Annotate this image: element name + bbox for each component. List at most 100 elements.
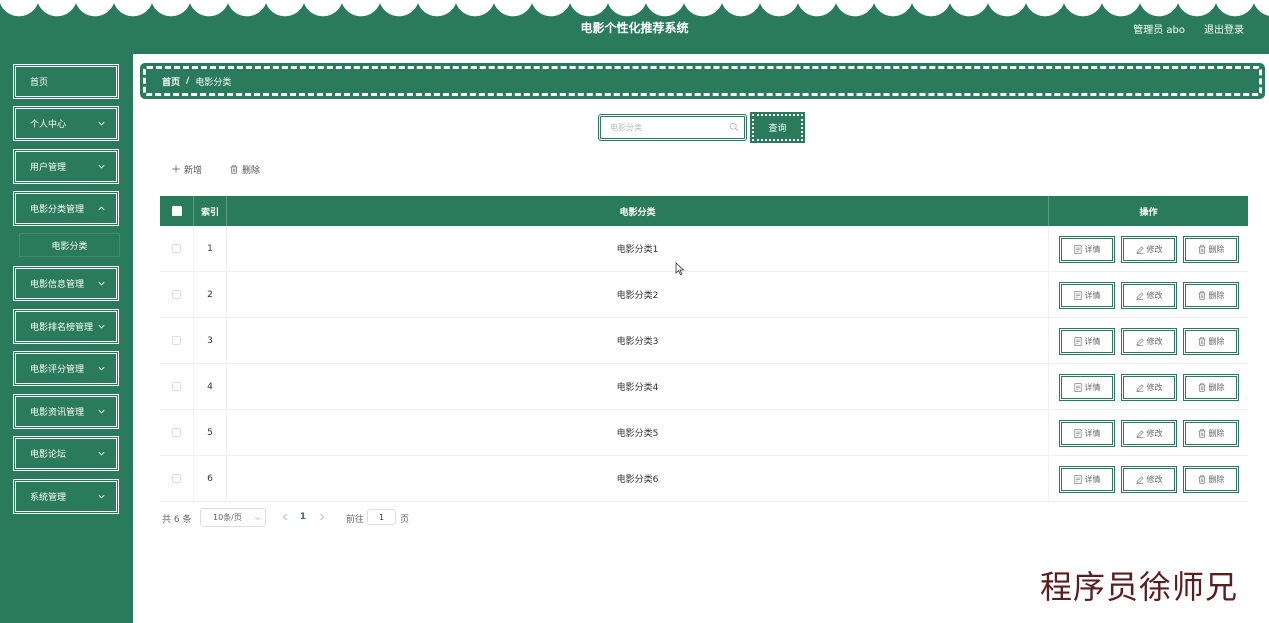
delete-button[interactable]: 删除 [1183,236,1239,263]
delete-label: 删除 [1208,475,1225,484]
row-checkbox[interactable] [172,428,181,437]
page-size-select[interactable]: 10条/页 [200,508,266,527]
sidebar-item-label: 电影评分管理 [30,365,85,375]
detail-button[interactable]: 详情 [1059,466,1115,493]
row-index: 5 [193,410,226,455]
delete-button[interactable]: 删除 [1183,420,1239,447]
edit-icon [1136,245,1144,254]
delete-button[interactable]: 删除 [1183,328,1239,355]
edit-button[interactable]: 修改 [1121,328,1177,355]
sidebar-item-ranking[interactable]: 电影排名榜管理 [13,309,119,344]
category-search-input[interactable] [610,120,725,135]
detail-button[interactable]: 详情 [1059,420,1115,447]
logout-link[interactable]: 退出登录 [1204,21,1244,36]
trash-icon [1198,429,1205,438]
chevron-down-icon [98,281,105,286]
page-suffix-label: 页 [400,514,410,525]
trash-icon [1198,475,1205,484]
detail-button[interactable]: 详情 [1059,374,1115,401]
document-icon [1073,337,1082,346]
sidebar-item-profile[interactable]: 个人中心 [13,106,119,141]
chevron-down-icon [98,164,105,169]
page-number-current[interactable]: 1 [296,509,310,525]
breadcrumb-current: 电影分类 [195,77,232,88]
pagination-total: 共 6 条 [162,514,192,525]
edit-label: 修改 [1146,337,1163,346]
document-icon [1073,291,1082,300]
table-row: 4 电影分类4 详情 修改 删除 [160,364,1248,410]
row-index: 4 [193,364,226,409]
sidebar-item-rating[interactable]: 电影评分管理 [13,351,119,386]
edit-icon [1136,291,1144,300]
add-button[interactable]: 新增 [172,162,202,176]
delete-button[interactable]: 删除 [1183,374,1239,401]
edit-button[interactable]: 修改 [1121,282,1177,309]
trash-icon [1198,383,1205,392]
row-operations: 详情 修改 删除 [1048,226,1248,271]
next-page-button[interactable] [316,509,328,525]
delete-button[interactable]: 删除 [1183,282,1239,309]
delete-label: 删除 [1208,337,1225,346]
table-row: 3 电影分类3 详情 修改 删除 [160,318,1248,364]
sidebar-item-forum[interactable]: 电影论坛 [13,436,119,471]
row-index: 3 [193,318,226,363]
page-title: 电影个性化推荐系统 [580,21,689,35]
header-index: 索引 [193,196,226,226]
prev-page-button[interactable] [279,509,291,525]
sidebar-item-home[interactable]: 首页 [13,64,119,99]
detail-button[interactable]: 详情 [1059,236,1115,263]
row-operations: 详情 修改 删除 [1048,410,1248,455]
breadcrumb-home-link[interactable]: 首页 [162,75,180,88]
sidebar-item-users[interactable]: 用户管理 [13,149,119,184]
sidebar-item-label: 电影资讯管理 [30,408,85,418]
sidebar-item-category-management[interactable]: 电影分类管理 [13,191,119,226]
chevron-right-icon [320,513,325,521]
breadcrumb: 首页 / 电影分类 [140,63,1265,99]
row-operations: 详情 修改 删除 [1048,456,1248,501]
row-checkbox[interactable] [172,336,181,345]
edit-icon [1136,429,1144,438]
detail-label: 详情 [1084,291,1101,300]
edit-label: 修改 [1146,429,1163,438]
goto-page-input[interactable] [367,509,396,525]
watermark-text: 程序员徐师兄 [1040,568,1239,606]
delete-button[interactable]: 删除 [1183,466,1239,493]
sidebar-item-system[interactable]: 系统管理 [13,479,119,514]
search-box [598,114,747,141]
sidebar-item-label: 首页 [30,78,49,88]
row-checkbox-cell [160,410,193,455]
sidebar-item-movie-info[interactable]: 电影信息管理 [13,266,119,301]
table-row: 5 电影分类5 详情 修改 删除 [160,410,1248,456]
row-category-name: 电影分类2 [226,272,1048,317]
batch-delete-button[interactable]: 删除 [230,162,260,176]
edit-label: 修改 [1146,383,1163,392]
sidebar-subitem-category[interactable]: 电影分类 [19,233,120,257]
sidebar-item-label: 电影分类管理 [30,205,85,215]
edit-button[interactable]: 修改 [1121,374,1177,401]
sidebar-item-news[interactable]: 电影资讯管理 [13,394,119,429]
top-header: 电影个性化推荐系统 管理员 abo 退出登录 [0,0,1269,54]
edit-button[interactable]: 修改 [1121,236,1177,263]
delete-label: 删除 [1208,245,1225,254]
row-category-name: 电影分类5 [226,410,1048,455]
select-all-checkbox[interactable] [171,206,182,216]
detail-button[interactable]: 详情 [1059,282,1115,309]
row-checkbox[interactable] [172,244,181,253]
table-row: 6 电影分类6 详情 修改 删除 [160,456,1248,502]
search-button[interactable]: 查询 [750,112,805,143]
edit-button[interactable]: 修改 [1121,466,1177,493]
row-checkbox-cell [160,272,193,317]
chevron-down-icon [98,324,105,329]
edit-button[interactable]: 修改 [1121,420,1177,447]
row-category-name: 电影分类6 [226,456,1048,501]
row-checkbox[interactable] [172,474,181,483]
document-icon [1073,245,1082,254]
row-checkbox-cell [160,226,193,271]
chevron-down-icon [255,516,260,520]
detail-button[interactable]: 详情 [1059,328,1115,355]
row-checkbox[interactable] [172,382,181,391]
row-checkbox[interactable] [172,290,181,299]
row-operations: 详情 修改 删除 [1048,364,1248,409]
row-index: 6 [193,456,226,501]
current-user-label: 管理员 abo [1133,25,1185,36]
